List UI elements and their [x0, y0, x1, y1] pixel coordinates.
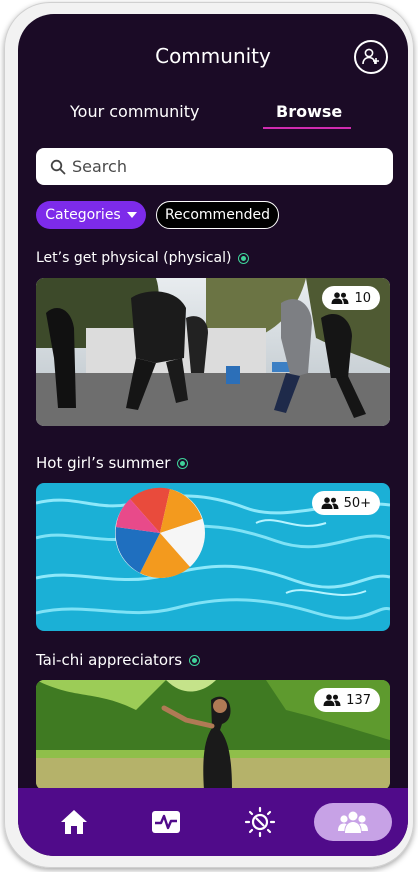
group-title-text: Let’s get physical (physical)	[36, 250, 232, 266]
tab-bar: Your community Browse	[18, 100, 408, 132]
member-count: 137	[346, 692, 371, 708]
nav-community[interactable]	[314, 803, 392, 841]
group-card-physical[interactable]: 10	[36, 278, 390, 426]
group-icon	[338, 811, 368, 833]
phone-frame: Community Your community Browse Search C…	[4, 2, 414, 868]
header: Community	[18, 40, 408, 74]
chevron-down-icon	[126, 212, 137, 218]
group-title[interactable]: Hot girl’s summer	[36, 454, 189, 472]
app-screen: Community Your community Browse Search C…	[18, 14, 408, 856]
nav-activity[interactable]	[146, 802, 186, 842]
active-status-icon	[189, 654, 201, 666]
group-title[interactable]: Let’s get physical (physical)	[36, 250, 250, 266]
home-icon	[61, 810, 87, 834]
active-status-icon	[238, 252, 250, 264]
group-title-text: Tai-chi appreciators	[36, 651, 183, 669]
group-card-summer[interactable]: 50+	[36, 483, 390, 631]
search-input[interactable]: Search	[36, 148, 393, 185]
recommended-filter[interactable]: Recommended	[156, 201, 279, 229]
tab-browse[interactable]: Browse	[276, 102, 342, 121]
add-person-icon	[362, 48, 379, 65]
member-count-badge: 137	[314, 688, 380, 712]
member-count: 10	[354, 290, 371, 306]
active-status-icon	[177, 457, 189, 469]
nav-home[interactable]	[54, 802, 94, 842]
recommended-label: Recommended	[164, 207, 271, 223]
page-title: Community	[155, 44, 271, 68]
bottom-navigation	[18, 788, 408, 856]
group-title-text: Hot girl’s summer	[36, 454, 171, 472]
group-card-taichi[interactable]: 137	[36, 680, 390, 790]
nav-wellness[interactable]	[240, 802, 280, 842]
active-tab-indicator	[263, 127, 351, 129]
search-icon	[50, 159, 66, 174]
member-count: 50+	[343, 495, 371, 511]
group-icon	[323, 694, 341, 706]
member-count-badge: 50+	[311, 491, 380, 515]
add-friend-button[interactable]	[354, 40, 388, 74]
categories-dropdown[interactable]: Categories	[36, 201, 146, 229]
search-placeholder: Search	[72, 157, 127, 176]
member-count-badge: 10	[322, 286, 380, 310]
sun-icon	[244, 806, 276, 838]
categories-label: Categories	[45, 207, 121, 223]
group-icon	[331, 292, 349, 304]
heart-rate-icon	[152, 811, 180, 833]
group-icon	[321, 497, 339, 509]
tab-your-community[interactable]: Your community	[70, 102, 199, 121]
group-title[interactable]: Tai-chi appreciators	[36, 651, 201, 669]
